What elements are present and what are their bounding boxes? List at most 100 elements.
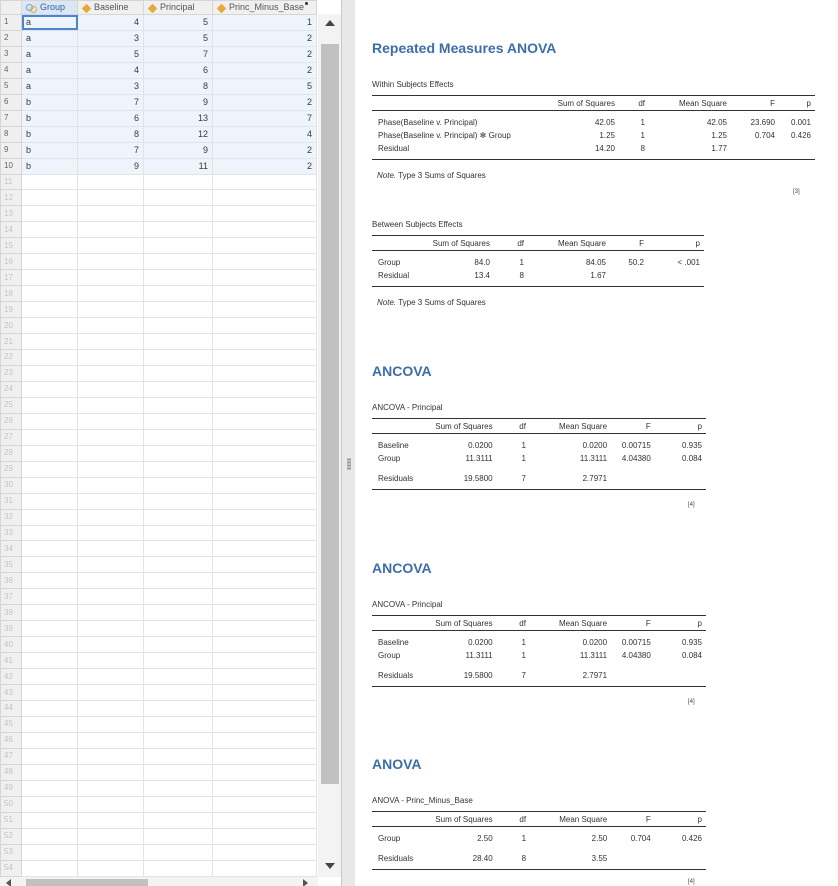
principal-cell[interactable] [143, 189, 213, 207]
group-cell[interactable] [21, 508, 78, 526]
table-row[interactable]: 9b792 [0, 141, 317, 159]
group-cell[interactable] [21, 492, 78, 510]
principal-cell[interactable] [143, 333, 213, 351]
princ-minus-base-cell[interactable] [212, 684, 317, 701]
princ-minus-base-cell[interactable]: 2 [212, 45, 317, 63]
baseline-cell[interactable] [77, 508, 144, 526]
princ-minus-base-cell[interactable] [212, 508, 317, 526]
princ-minus-base-cell[interactable] [212, 253, 317, 271]
princ-minus-base-cell[interactable] [212, 396, 317, 414]
princ-minus-base-cell[interactable]: 2 [212, 29, 317, 47]
princ-minus-base-cell[interactable] [212, 843, 317, 861]
princ-minus-base-cell[interactable] [212, 668, 317, 686]
row-number[interactable]: 54 [0, 859, 22, 878]
group-cell[interactable] [21, 620, 78, 638]
table-row[interactable]: 14 [0, 221, 317, 239]
table-row[interactable]: 52 [0, 827, 317, 845]
row-number[interactable]: 3 [0, 45, 22, 63]
baseline-cell[interactable] [77, 396, 144, 414]
principal-cell[interactable] [143, 668, 213, 686]
princ-minus-base-cell[interactable] [212, 747, 317, 765]
princ-minus-base-cell[interactable] [212, 827, 317, 845]
row-number[interactable]: 2 [0, 29, 22, 47]
baseline-cell[interactable] [77, 699, 144, 717]
group-cell[interactable] [21, 189, 78, 207]
princ-minus-base-cell[interactable]: 7 [212, 109, 317, 127]
table-row[interactable]: 2a352 [0, 29, 317, 47]
princ-minus-base-cell[interactable] [212, 731, 317, 749]
row-number[interactable]: 33 [0, 524, 22, 542]
principal-cell[interactable] [143, 779, 213, 797]
baseline-cell[interactable] [77, 476, 144, 494]
row-number[interactable]: 4 [0, 61, 22, 79]
baseline-cell[interactable]: 7 [77, 141, 144, 159]
table-row[interactable]: 6b792 [0, 93, 317, 111]
princ-minus-base-cell[interactable] [212, 205, 317, 223]
row-number[interactable]: 24 [0, 380, 22, 398]
table-row[interactable]: 47 [0, 747, 317, 765]
principal-cell[interactable] [143, 827, 213, 845]
row-number[interactable]: 16 [0, 253, 22, 271]
principal-cell[interactable] [143, 428, 213, 446]
principal-cell[interactable]: 13 [143, 109, 213, 127]
row-number[interactable]: 26 [0, 412, 22, 430]
princ-minus-base-cell[interactable] [212, 620, 317, 638]
group-cell[interactable] [21, 779, 78, 797]
table-row[interactable]: 48 [0, 763, 317, 781]
principal-cell[interactable] [143, 588, 213, 606]
baseline-cell[interactable] [77, 492, 144, 510]
princ-minus-base-cell[interactable] [212, 301, 317, 319]
princ-minus-base-cell[interactable]: 4 [212, 125, 317, 143]
principal-cell[interactable] [143, 221, 213, 239]
baseline-cell[interactable]: 7 [77, 93, 144, 111]
baseline-cell[interactable] [77, 604, 144, 622]
row-number[interactable]: 14 [0, 221, 22, 239]
table-row[interactable]: 54 [0, 859, 317, 878]
baseline-cell[interactable] [77, 827, 144, 845]
princ-minus-base-cell[interactable] [212, 588, 317, 606]
table-row[interactable]: 32 [0, 508, 317, 526]
row-number[interactable]: 36 [0, 572, 22, 590]
table-row[interactable]: 23 [0, 364, 317, 382]
princ-minus-base-cell[interactable] [212, 285, 317, 303]
column-header-group[interactable]: Group [21, 0, 78, 15]
principal-cell[interactable] [143, 301, 213, 319]
principal-cell[interactable] [143, 731, 213, 749]
baseline-cell[interactable] [77, 779, 144, 797]
group-cell[interactable]: a [21, 61, 78, 79]
table-row[interactable]: 44 [0, 699, 317, 717]
princ-minus-base-cell[interactable]: 2 [212, 61, 317, 79]
principal-cell[interactable]: 9 [143, 93, 213, 111]
princ-minus-base-cell[interactable] [212, 492, 317, 510]
baseline-cell[interactable]: 9 [77, 157, 144, 175]
group-cell[interactable]: a [21, 77, 78, 95]
row-number[interactable]: 1 [0, 14, 22, 31]
group-cell[interactable] [21, 428, 78, 446]
baseline-cell[interactable]: 3 [77, 77, 144, 95]
principal-cell[interactable] [143, 540, 213, 558]
group-cell[interactable] [21, 349, 78, 366]
table-row[interactable]: 53 [0, 843, 317, 861]
group-cell[interactable]: b [21, 125, 78, 143]
principal-cell[interactable] [143, 205, 213, 223]
group-cell[interactable] [21, 763, 78, 781]
baseline-cell[interactable] [77, 301, 144, 319]
grid-corner[interactable] [0, 0, 22, 15]
princ-minus-base-cell[interactable] [212, 349, 317, 366]
baseline-cell[interactable] [77, 317, 144, 335]
group-cell[interactable]: a [21, 29, 78, 47]
group-cell[interactable] [21, 715, 78, 733]
princ-minus-base-cell[interactable] [212, 380, 317, 398]
principal-cell[interactable]: 9 [143, 141, 213, 159]
table-row[interactable]: 46 [0, 731, 317, 749]
table-row[interactable]: 35 [0, 556, 317, 574]
princ-minus-base-cell[interactable]: 2 [212, 157, 317, 175]
row-number[interactable]: 32 [0, 508, 22, 526]
table-row[interactable]: 1a451 [0, 14, 317, 31]
principal-cell[interactable] [143, 524, 213, 542]
row-number[interactable]: 53 [0, 843, 22, 861]
principal-cell[interactable] [143, 811, 213, 829]
princ-minus-base-cell[interactable] [212, 476, 317, 494]
group-cell[interactable]: a [21, 14, 78, 31]
group-cell[interactable] [21, 364, 78, 382]
